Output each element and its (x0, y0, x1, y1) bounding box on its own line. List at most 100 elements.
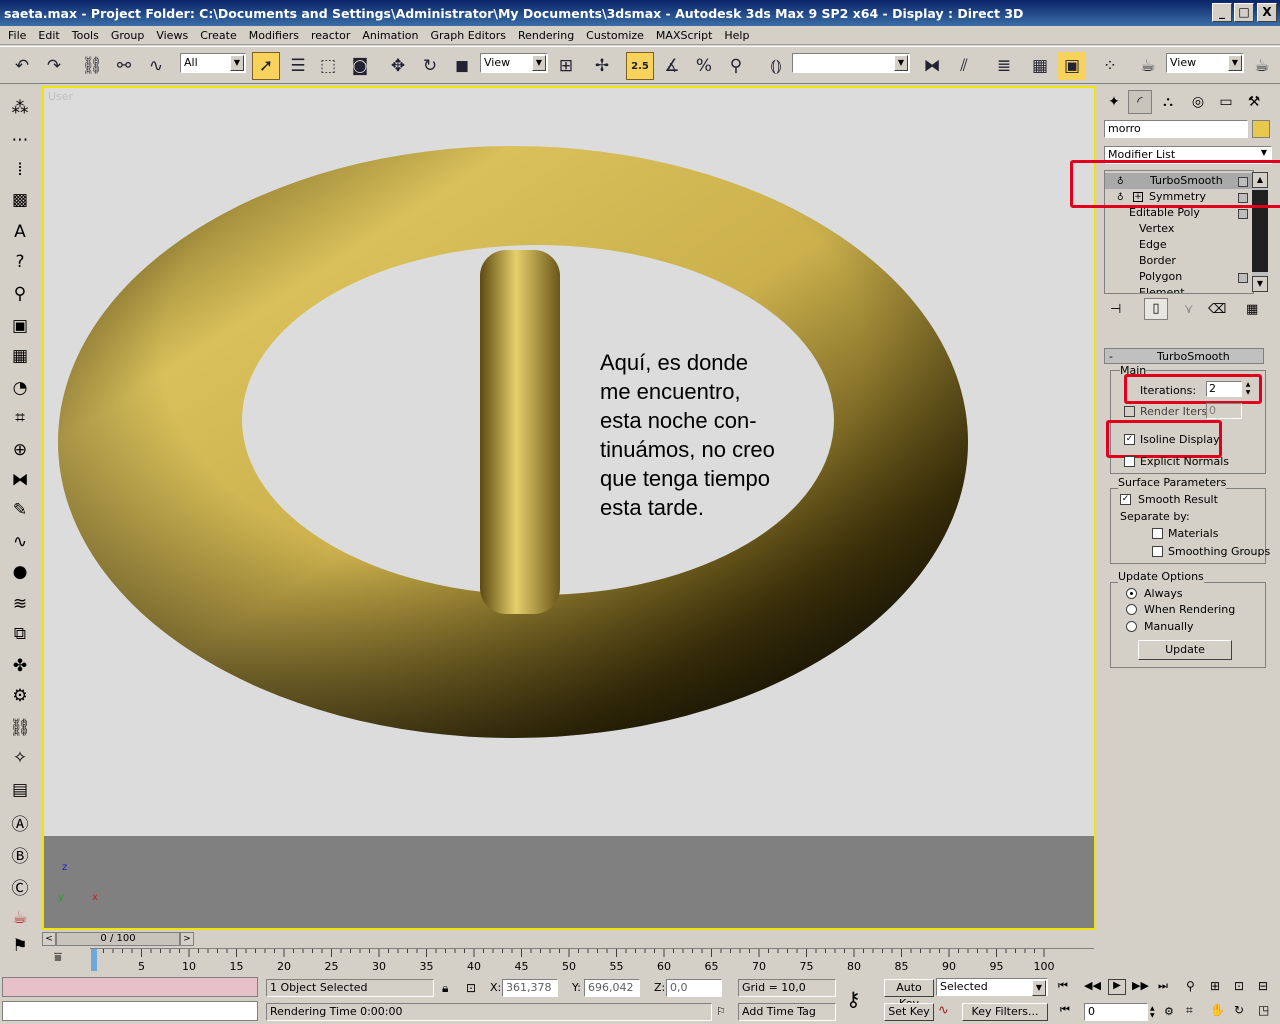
redo-icon[interactable]: ↷ (40, 52, 68, 80)
schematic-view-icon[interactable]: ▣ (1058, 52, 1086, 80)
z-coordinate[interactable]: 0,0 (666, 979, 722, 997)
go-to-end-icon[interactable]: ⏭ (1158, 979, 1168, 993)
gauge-icon[interactable]: ◔ (6, 374, 34, 402)
motion-tab-icon[interactable]: ◎ (1186, 90, 1210, 114)
maxscript-output-mini[interactable] (2, 1001, 258, 1021)
arc-rotate-icon[interactable]: ↻ (1234, 1003, 1244, 1017)
select-by-name-icon[interactable]: ☰ (284, 52, 312, 80)
mirror-icon[interactable]: ⧓ (918, 52, 946, 80)
snap-toggle-icon[interactable]: 2.5 (626, 52, 654, 80)
close-button[interactable]: X (1257, 3, 1277, 22)
chain-icon[interactable]: ⛓ (6, 714, 34, 742)
smooth-result-checkbox[interactable]: ✓ (1120, 494, 1131, 505)
lock-icon[interactable]: 🔒︎ (442, 981, 448, 996)
hierarchy-icon[interactable]: ⦙ (6, 156, 34, 184)
render-scene-icon[interactable]: ☕ (1134, 52, 1162, 80)
pan-icon[interactable]: ✋ (1210, 1003, 1225, 1017)
box-icon[interactable]: ▣ (6, 312, 34, 340)
modifier-toggle-icon[interactable] (1238, 273, 1248, 283)
menu-group[interactable]: Group (105, 29, 151, 42)
teapot-a-icon[interactable]: Ⓐ (6, 808, 34, 836)
key-tangent-icon[interactable]: ∿ (938, 1003, 949, 1018)
y-coordinate[interactable]: 696,042 (584, 979, 640, 997)
menu-rendering[interactable]: Rendering (512, 29, 580, 42)
configure-sets-icon[interactable]: ▦ (1246, 302, 1258, 317)
select-link-icon[interactable]: ⛓ (78, 52, 106, 80)
particle-icon[interactable]: ⁂ (6, 94, 34, 122)
previous-frame-icon[interactable]: ◀◀ (1084, 979, 1101, 992)
layers-icon[interactable]: ≋ (6, 590, 34, 618)
maxscript-listener-mini[interactable] (2, 977, 258, 997)
key-filters-button[interactable]: Key Filters... (962, 1003, 1048, 1021)
selection-filter-combo[interactable]: All ▼ (180, 53, 246, 73)
menu-tools[interactable]: Tools (66, 29, 105, 42)
menu-create[interactable]: Create (194, 29, 243, 42)
move-icon[interactable]: ✥ (384, 52, 412, 80)
teapot-red-icon[interactable]: ☕ (6, 904, 34, 932)
layer-manager-icon[interactable]: ≣ (990, 52, 1018, 80)
checker-icon[interactable]: ▩ (6, 186, 34, 214)
menu-file[interactable]: File (2, 29, 32, 42)
make-unique-icon[interactable]: ⋎ (1184, 302, 1194, 317)
crosshair-icon[interactable]: ⊕ (6, 436, 34, 464)
object-color-swatch[interactable] (1252, 120, 1270, 138)
minimize-button[interactable]: _ (1212, 3, 1232, 22)
materials-checkbox[interactable] (1152, 528, 1163, 539)
menu-modifiers[interactable]: Modifiers (243, 29, 305, 42)
update-button[interactable]: Update (1138, 640, 1232, 660)
spinner-arrows-icon[interactable]: ▲ ▼ (1150, 1005, 1160, 1019)
show-end-result-icon[interactable]: ▯ (1144, 298, 1168, 320)
zoom-all-icon[interactable]: ⊞ (1210, 979, 1220, 993)
modify-tab-icon[interactable]: ◜ (1128, 90, 1152, 114)
align-icon[interactable]: ⫽ (950, 52, 978, 80)
hierarchy-tab-icon[interactable]: ⛬ (1156, 90, 1180, 114)
nodes-icon[interactable]: ⧉ (6, 620, 34, 648)
update-always-radio[interactable] (1126, 588, 1137, 599)
material-editor-icon[interactable]: ⁘ (1096, 52, 1124, 80)
remove-modifier-icon[interactable]: ⌫ (1208, 302, 1226, 317)
key-icon[interactable]: ⚷ (846, 987, 861, 1011)
stack-item-vertex[interactable]: Vertex (1105, 221, 1253, 237)
auto-key-button[interactable]: Auto Key (884, 979, 934, 1010)
tag-icon[interactable]: ⚐ (716, 1005, 726, 1018)
stack-item-polygon[interactable]: Polygon (1105, 269, 1253, 285)
menu-edit[interactable]: Edit (32, 29, 65, 42)
go-to-start-icon[interactable]: ⏮ (1058, 979, 1068, 993)
window-crossing-icon[interactable]: ◙ (346, 52, 374, 80)
play-icon[interactable]: ▶ (1108, 979, 1126, 995)
mirror-tool-icon[interactable]: ⧓ (6, 466, 34, 494)
menu-maxscript[interactable]: MAXScript (650, 29, 718, 42)
curve-editor-icon[interactable]: ▦ (1026, 52, 1054, 80)
next-frame-icon[interactable]: > (180, 932, 194, 946)
menu-reactor[interactable]: reactor (305, 29, 356, 42)
zoom-extents-icon[interactable]: ⊡ (1234, 979, 1244, 993)
x-coordinate[interactable]: 361,378 (502, 979, 558, 997)
wand-icon[interactable]: ✧ (6, 744, 34, 772)
display-tab-icon[interactable]: ▭ (1214, 90, 1238, 114)
menu-help[interactable]: Help (718, 29, 755, 42)
next-frame-button-icon[interactable]: ▶▶ (1132, 979, 1149, 992)
pin-stack-icon[interactable]: ⊣ (1110, 302, 1121, 317)
object-name-field[interactable]: morro (1104, 120, 1248, 138)
undo-icon[interactable]: ↶ (8, 52, 36, 80)
current-frame-marker[interactable] (91, 949, 97, 971)
teapot-b-icon[interactable]: Ⓑ (6, 840, 34, 868)
unlink-icon[interactable]: ⚯ (110, 52, 138, 80)
menu-views[interactable]: Views (150, 29, 194, 42)
key-mode-toggle-icon[interactable]: ⏮ (1060, 1003, 1070, 1017)
zoom-icon[interactable]: ⚲ (1186, 979, 1195, 993)
scale-icon[interactable]: ◼ (448, 52, 476, 80)
wave-icon[interactable]: ∿ (6, 528, 34, 556)
text-icon[interactable]: A (6, 218, 34, 246)
brush-icon[interactable]: ✎ (6, 496, 34, 524)
modifier-toggle-icon[interactable] (1238, 209, 1248, 219)
utilities-tab-icon[interactable]: ⚒ (1242, 90, 1266, 114)
update-manually-radio[interactable] (1126, 621, 1137, 632)
percent-snap-icon[interactable]: % (690, 52, 718, 80)
rotate-icon[interactable]: ↻ (416, 52, 444, 80)
stack-item-element[interactable]: Element (1105, 285, 1253, 293)
render-iters-checkbox[interactable] (1124, 406, 1135, 417)
region-zoom-icon[interactable]: ⌗ (1186, 1003, 1193, 1018)
key-mode-combo[interactable]: Selected ▼ (936, 978, 1048, 996)
smoothing-groups-checkbox[interactable] (1152, 546, 1163, 557)
